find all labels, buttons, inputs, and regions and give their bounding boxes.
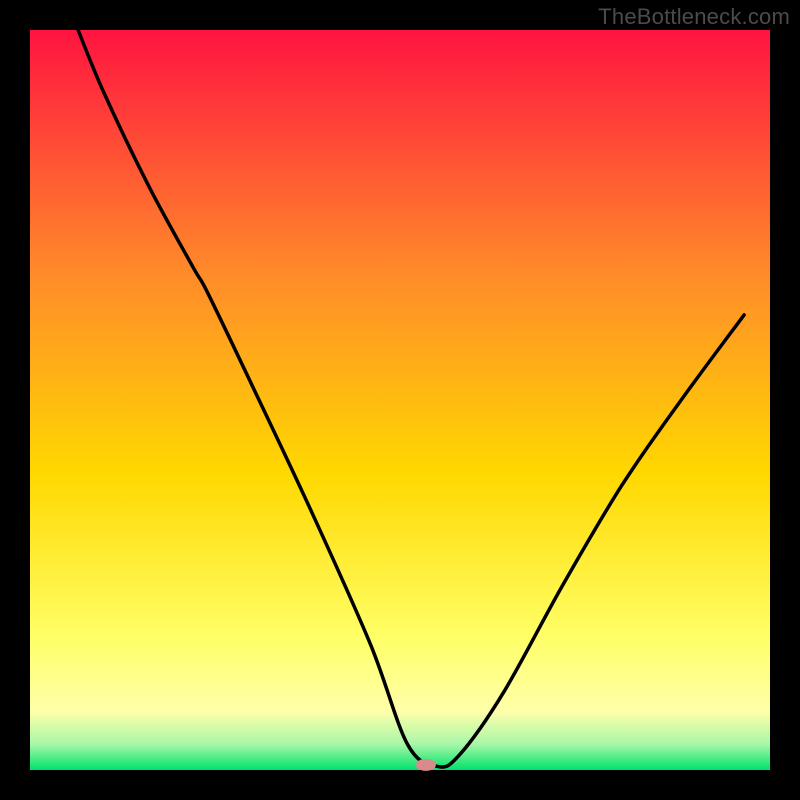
optimal-point-marker: [416, 759, 436, 771]
plot-background: [30, 30, 770, 770]
bottleneck-chart: [0, 0, 800, 800]
watermark-label: TheBottleneck.com: [598, 4, 790, 30]
chart-frame: TheBottleneck.com: [0, 0, 800, 800]
